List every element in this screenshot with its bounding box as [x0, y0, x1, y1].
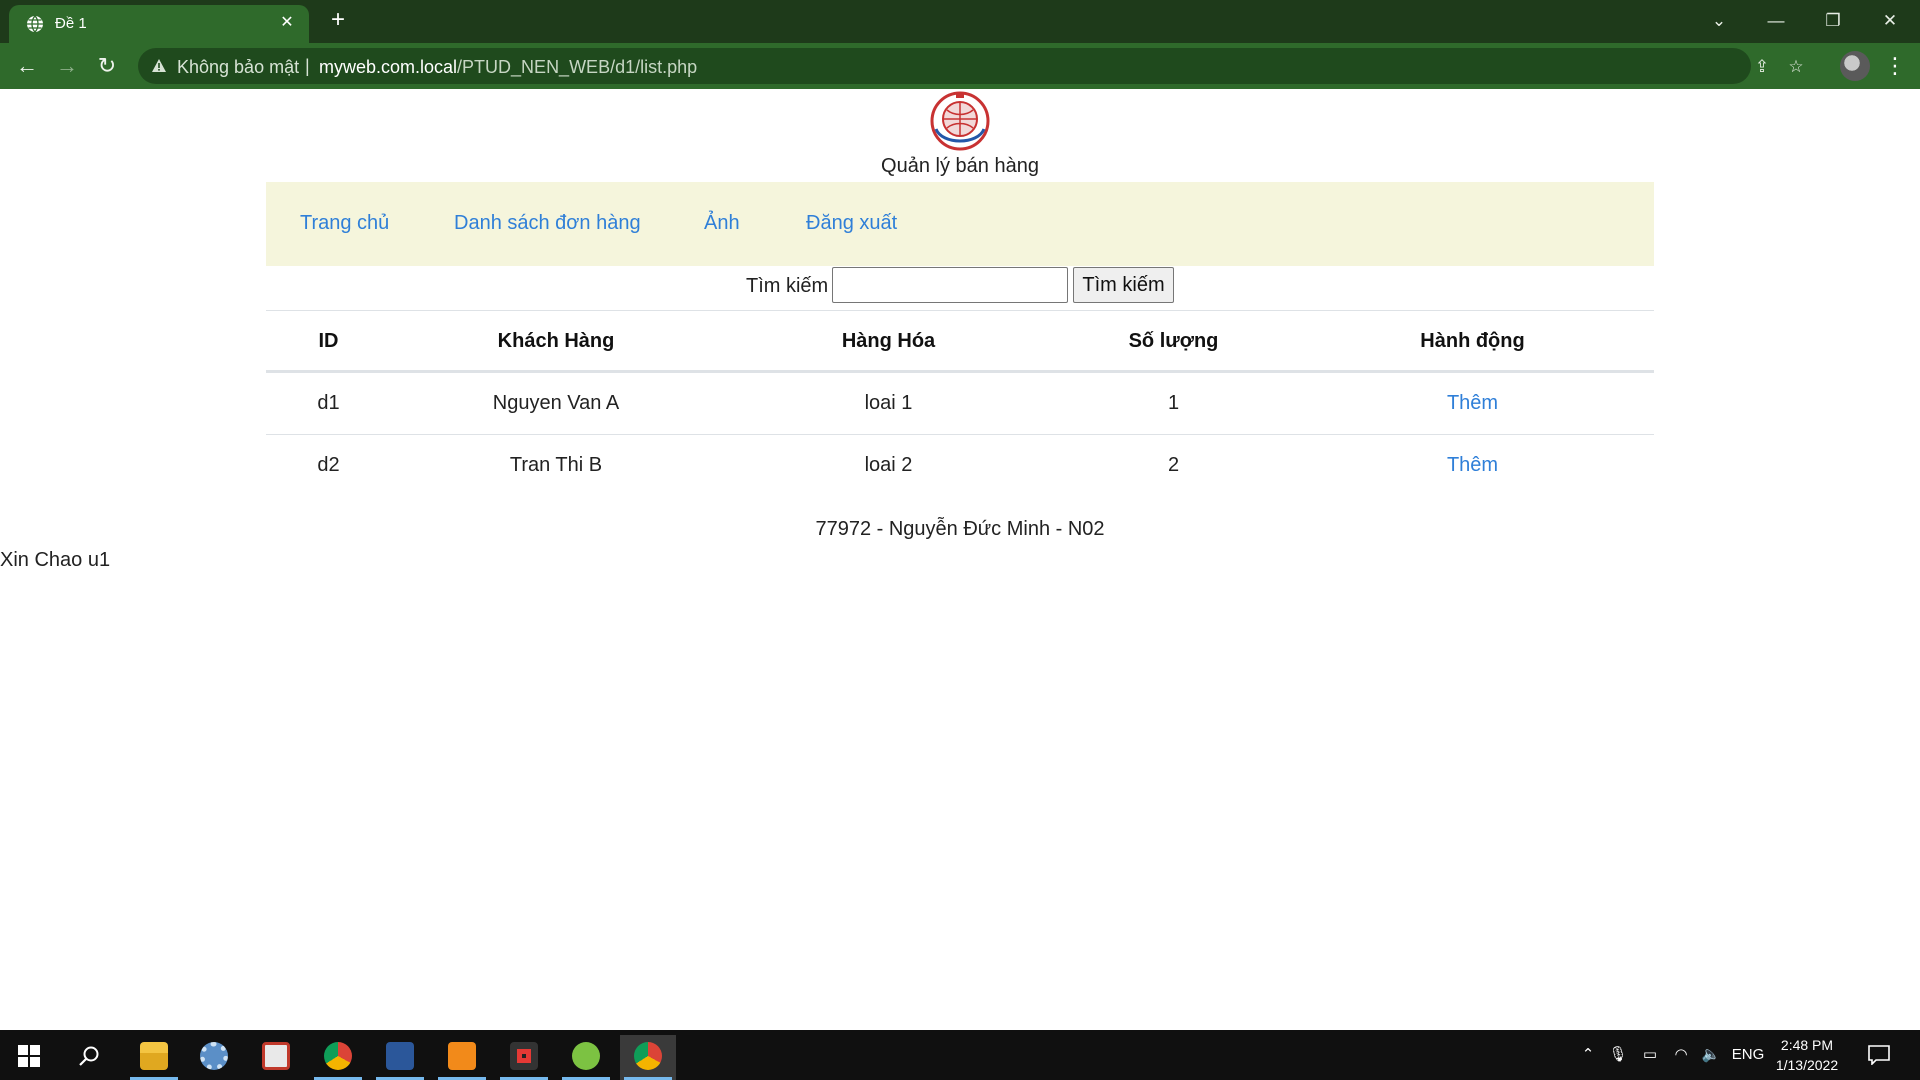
- nav-home[interactable]: Trang chủ: [300, 212, 389, 235]
- nav-order-list[interactable]: Danh sách đơn hàng: [454, 212, 641, 235]
- cell-product: loai 1: [864, 392, 913, 414]
- page-footer: 77972 - Nguyễn Đức Minh - N02: [815, 518, 1105, 540]
- browser-tab[interactable]: Đề 1 ✕: [9, 5, 309, 43]
- close-window-icon[interactable]: ✕: [1877, 8, 1903, 34]
- security-label[interactable]: Không bảo mật: [177, 57, 299, 78]
- cell-quantity: 1: [1167, 392, 1180, 414]
- file-explorer-icon[interactable]: [126, 1035, 182, 1080]
- search-button[interactable]: Tìm kiếm: [1073, 267, 1174, 303]
- url-host: myweb.com.local: [319, 57, 458, 77]
- profile-avatar[interactable]: [1840, 51, 1870, 81]
- wifi-icon[interactable]: ◠: [1670, 1042, 1692, 1068]
- back-icon[interactable]: ←: [13, 52, 41, 80]
- add-link[interactable]: Thêm: [1447, 454, 1498, 476]
- chrome-active-icon[interactable]: [620, 1035, 676, 1080]
- site-title: Quản lý bán hàng: [881, 155, 1039, 177]
- column-header-product: Hàng Hóa: [841, 330, 936, 352]
- address-bar[interactable]: Không bảo mật | myweb.com.local/PTUD_NEN…: [138, 48, 1804, 84]
- column-header-action: Hành động: [1420, 330, 1525, 352]
- search-input[interactable]: [832, 267, 1068, 303]
- add-link[interactable]: Thêm: [1447, 392, 1498, 414]
- table-row: d1 Nguyen Van A loai 1 1 Thêm: [266, 372, 1654, 434]
- battery-icon[interactable]: ▭: [1638, 1042, 1662, 1068]
- cell-customer: Tran Thi B: [509, 454, 603, 476]
- search-form: Tìm kiếm Tìm kiếm: [0, 267, 1920, 305]
- screen-recorder-icon[interactable]: [496, 1035, 552, 1080]
- cell-id: d1: [317, 392, 340, 414]
- nav-photos[interactable]: Ảnh: [704, 212, 740, 235]
- chrome-icon[interactable]: [310, 1035, 366, 1080]
- main-nav: Trang chủ Danh sách đơn hàng Ảnh Đăng xu…: [266, 182, 1654, 266]
- cell-action: Thêm: [1291, 435, 1654, 495]
- forward-icon[interactable]: →: [53, 52, 81, 80]
- table-row: d2 Tran Thi B loai 2 2 Thêm: [266, 434, 1654, 496]
- tab-search-chevron-icon[interactable]: ⌄: [1706, 8, 1732, 34]
- notification-center-icon[interactable]: [1868, 1045, 1890, 1065]
- system-clock[interactable]: 2:48 PM 1/13/2022: [1760, 1035, 1854, 1075]
- windows-taskbar: ⌃ 🎙 ▭ ◠ 🔈 ENG 2:48 PM 1/13/2022: [0, 1030, 1920, 1080]
- column-header-customer: Khách Hàng: [497, 330, 615, 352]
- restore-icon[interactable]: ❐: [1820, 8, 1846, 34]
- cell-id: d2: [317, 454, 340, 476]
- sublime-text-icon[interactable]: [434, 1035, 490, 1080]
- cell-product: loai 2: [864, 454, 913, 476]
- clock-date: 1/13/2022: [1775, 1057, 1839, 1073]
- word-icon[interactable]: [372, 1035, 428, 1080]
- cell-customer: Nguyen Van A: [492, 392, 620, 414]
- warning-icon: [152, 59, 166, 72]
- url-text[interactable]: myweb.com.local/PTUD_NEN_WEB/d1/list.php: [319, 57, 697, 78]
- site-logo: [930, 91, 990, 151]
- browser-toolbar: ← → ↻ Không bảo mật | myweb.com.local/PT…: [0, 43, 1920, 89]
- cell-action: Thêm: [1291, 373, 1654, 433]
- web-page: Quản lý bán hàng Trang chủ Danh sách đơn…: [0, 89, 1920, 1030]
- windows-start-icon[interactable]: [18, 1045, 40, 1067]
- volume-icon[interactable]: 🔈: [1700, 1042, 1722, 1068]
- snipping-tool-icon[interactable]: [248, 1035, 304, 1080]
- new-tab-icon[interactable]: +: [326, 8, 350, 32]
- greeting-text: Xin Chao u1: [0, 549, 111, 571]
- search-icon[interactable]: [78, 1045, 100, 1067]
- address-divider: |: [305, 56, 310, 76]
- browser-menu-icon[interactable]: ⋮: [1884, 53, 1906, 79]
- minimize-icon[interactable]: —: [1763, 8, 1789, 34]
- tab-close-icon[interactable]: ✕: [277, 13, 297, 33]
- microphone-icon[interactable]: 🎙: [1608, 1042, 1628, 1068]
- tray-overflow-chevron-icon[interactable]: ⌃: [1578, 1042, 1598, 1068]
- url-path: /PTUD_NEN_WEB/d1/list.php: [457, 57, 698, 77]
- settings-gear-icon[interactable]: [186, 1035, 242, 1080]
- tab-title: Đề 1: [55, 15, 87, 32]
- table-header-row: ID Khách Hàng Hàng Hóa Số lượng Hành độn…: [266, 310, 1654, 372]
- globe-icon: [27, 15, 43, 33]
- bookmark-star-icon[interactable]: ☆: [1786, 57, 1806, 77]
- search-label: Tìm kiếm: [746, 275, 829, 297]
- nav-logout[interactable]: Đăng xuất: [806, 212, 897, 235]
- column-header-id: ID: [318, 330, 339, 352]
- clock-time: 2:48 PM: [1780, 1037, 1834, 1053]
- browser-tab-bar: Đề 1 ✕ + ⌄ — ❐ ✕: [0, 0, 1920, 43]
- column-header-quantity: Số lượng: [1128, 330, 1219, 352]
- reload-icon[interactable]: ↻: [93, 52, 121, 80]
- cell-quantity: 2: [1167, 454, 1180, 476]
- coccoc-browser-icon[interactable]: [558, 1035, 614, 1080]
- orders-table: ID Khách Hàng Hàng Hóa Số lượng Hành độn…: [266, 310, 1654, 496]
- share-icon[interactable]: ⇪: [1752, 57, 1772, 77]
